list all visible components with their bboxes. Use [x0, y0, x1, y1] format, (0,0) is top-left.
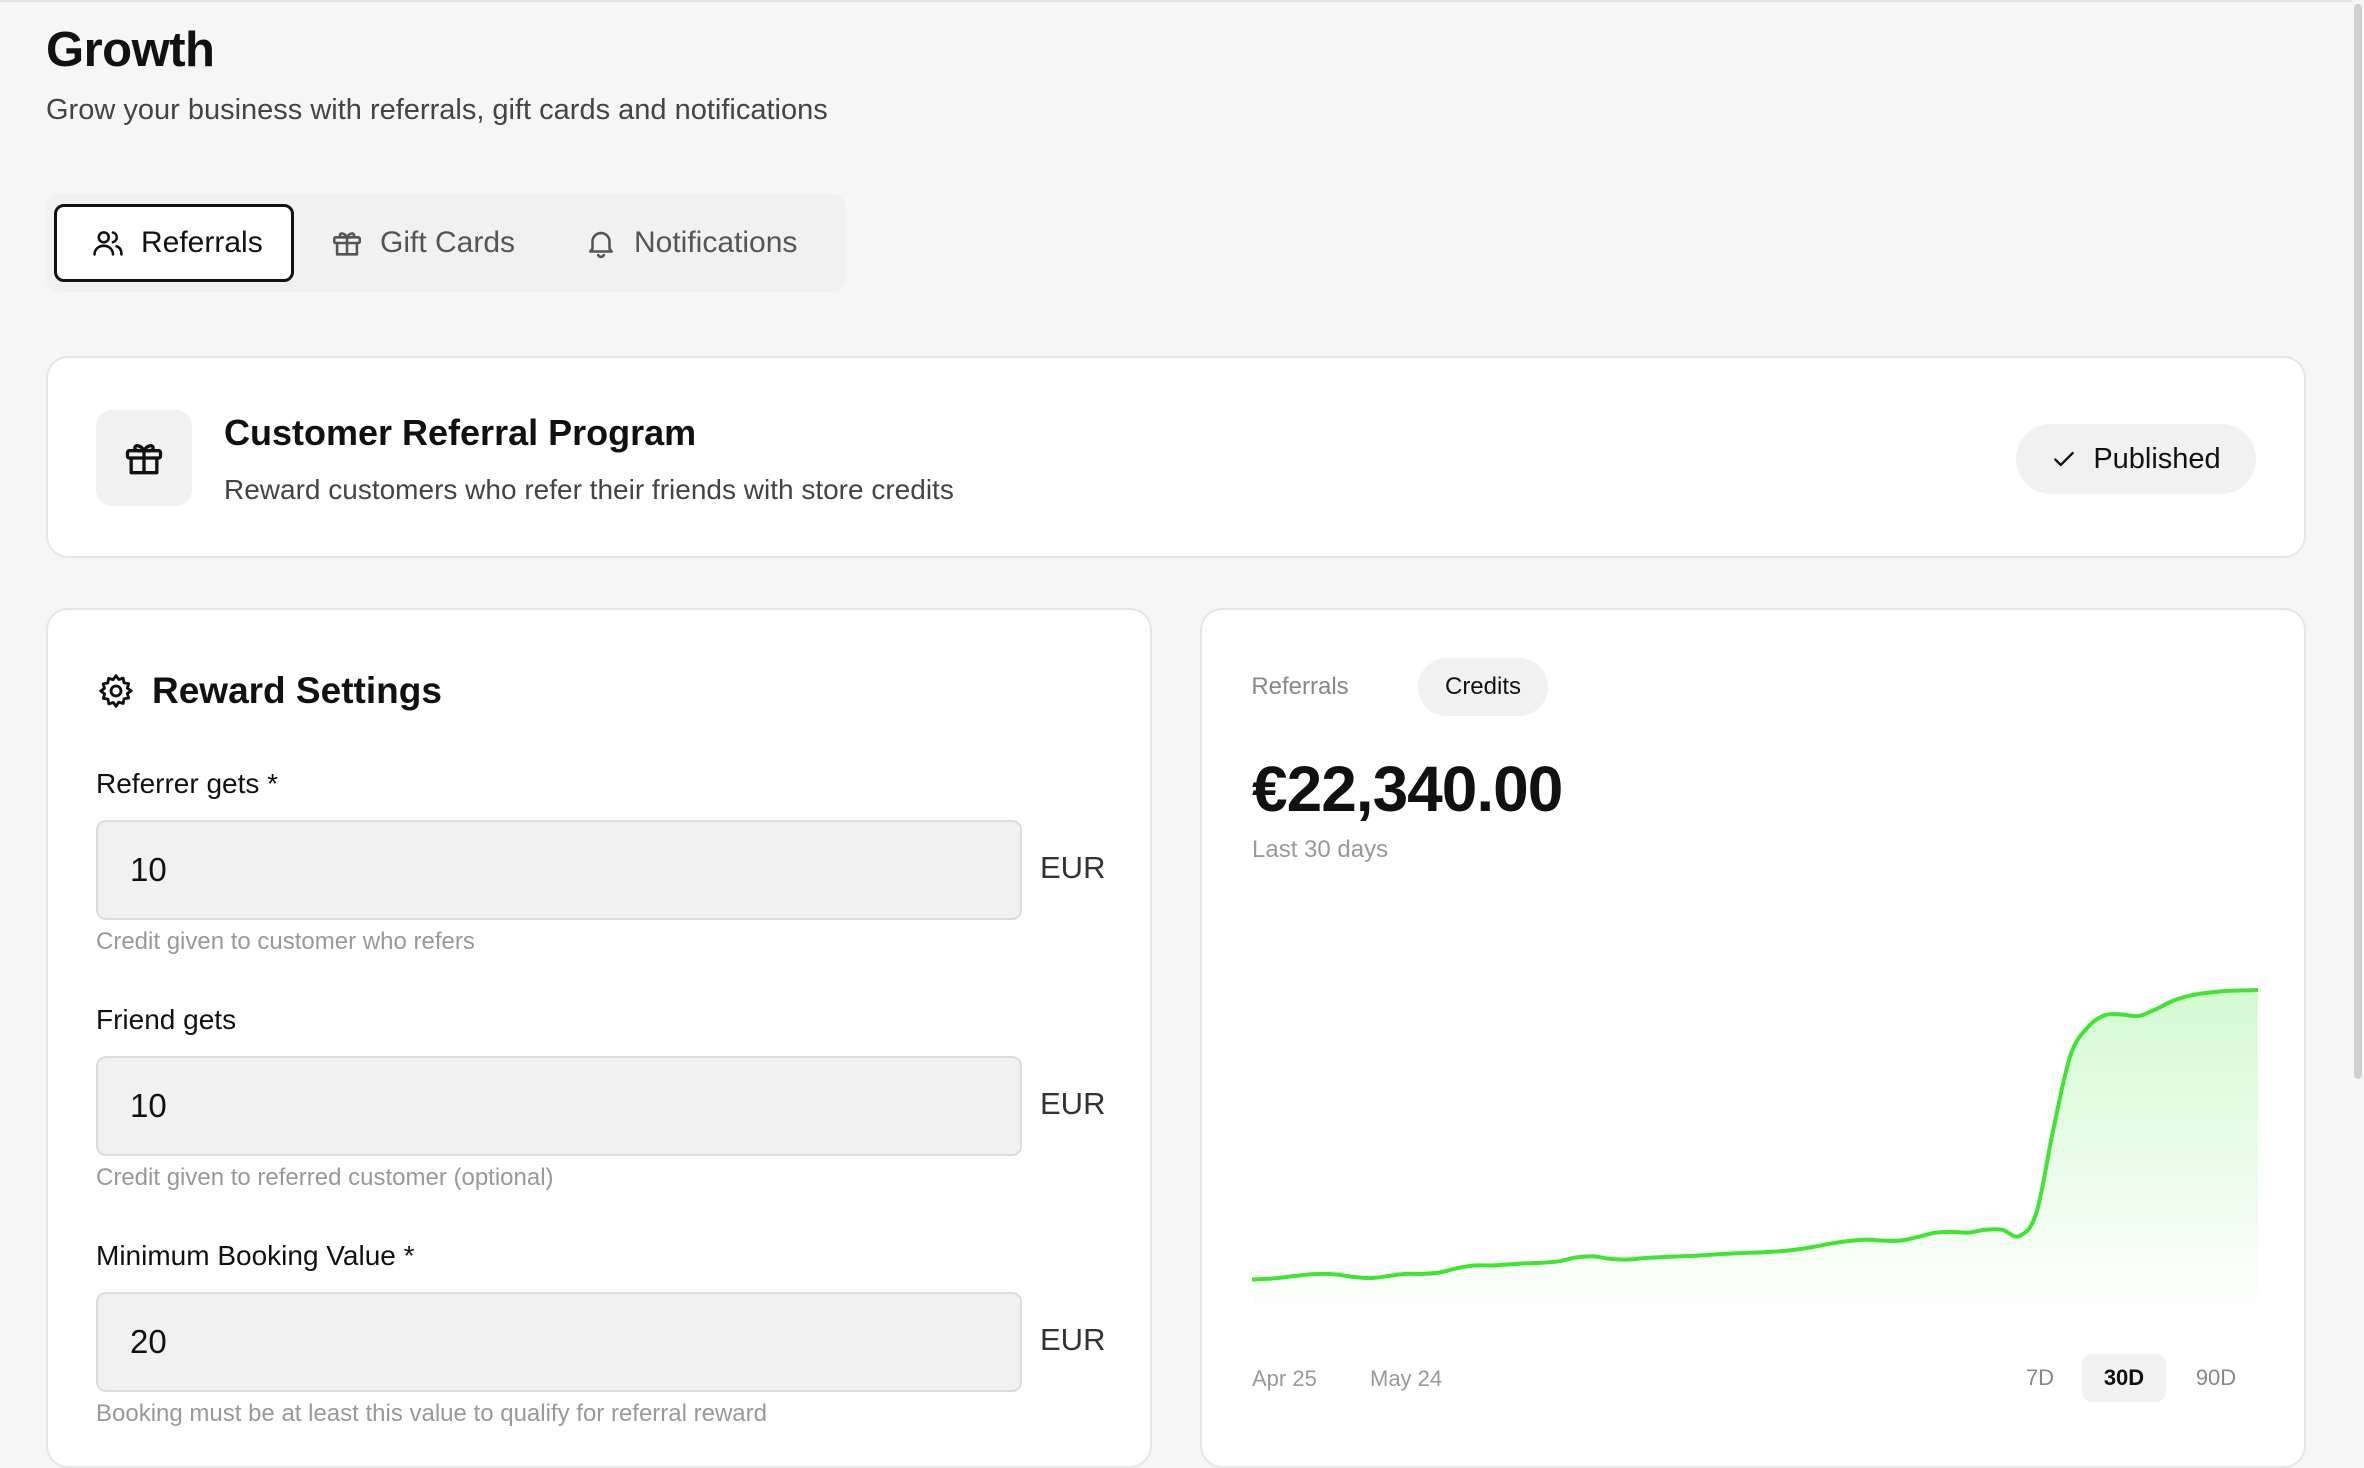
reward-settings-card: Reward Settings Referrer gets * 10 EUR C…: [46, 608, 1152, 1468]
tab-label: Gift Cards: [380, 226, 516, 259]
program-icon-box: [96, 410, 192, 506]
total-credits-value: €22,340.00: [1252, 753, 1563, 825]
period-label: Last 30 days: [1252, 836, 1389, 863]
reward-settings-title: Reward Settings: [152, 670, 442, 711]
page-subtitle: Grow your business with referrals, gift …: [46, 94, 828, 126]
minimum-booking-label: Minimum Booking Value *: [96, 1240, 415, 1271]
x-axis-label-start: Apr 25: [1252, 1366, 1317, 1391]
tab-notifications[interactable]: Notifications: [584, 204, 824, 282]
gift-icon: [125, 444, 163, 475]
scrollbar-thumb[interactable]: [2354, 4, 2362, 1079]
segment-credits[interactable]: Credits: [1418, 658, 1548, 716]
friend-gets-input[interactable]: 10: [96, 1056, 1022, 1156]
minimum-booking-help: Booking must be at least this value to q…: [96, 1400, 767, 1427]
published-status-button[interactable]: Published: [2016, 424, 2256, 494]
friend-gets-help: Credit given to referred customer (optio…: [96, 1164, 554, 1191]
friend-gets-unit: EUR: [1040, 1086, 1106, 1121]
tab-referrals[interactable]: Referrals: [54, 204, 294, 282]
credits-area-fill: [1252, 990, 2258, 1320]
x-axis-label-mid: May 24: [1370, 1366, 1443, 1391]
minimum-booking-unit: EUR: [1040, 1322, 1106, 1357]
minimum-booking-input[interactable]: 20: [96, 1292, 1022, 1392]
top-divider: [0, 0, 2364, 2]
referrer-gets-unit: EUR: [1040, 850, 1106, 885]
credits-chart-card: Referrals Credits €22,340.00 Last 30 day…: [1200, 608, 2306, 1468]
tab-gift-cards[interactable]: Gift Cards: [330, 204, 530, 282]
segment-referrals[interactable]: Referrals: [1232, 658, 1368, 716]
status-label: Published: [2093, 442, 2221, 475]
range-30d-button[interactable]: 30D: [2082, 1354, 2166, 1402]
page-title: Growth: [46, 23, 215, 77]
scrollbar[interactable]: [2352, 0, 2364, 1448]
section-tabs: Referrals Gift Cards Notifications: [46, 194, 846, 292]
users-icon: [93, 231, 123, 256]
range-7d-button[interactable]: 7D: [2010, 1354, 2070, 1402]
gift-icon: [332, 232, 362, 256]
credits-area-chart: [1252, 988, 2258, 1320]
tab-label: Notifications: [634, 226, 798, 259]
gear-icon: [99, 674, 133, 708]
referral-program-card: Customer Referral Program Reward custome…: [46, 356, 2306, 558]
referrer-gets-help: Credit given to customer who refers: [96, 928, 475, 955]
friend-gets-label: Friend gets: [96, 1004, 237, 1035]
bell-icon: [589, 231, 613, 259]
tab-label: Referrals: [141, 226, 263, 259]
range-90d-button[interactable]: 90D: [2178, 1354, 2254, 1402]
program-description: Reward customers who refer their friends…: [224, 474, 954, 505]
program-title: Customer Referral Program: [224, 412, 697, 453]
reward-settings-header: Reward Settings: [96, 670, 442, 712]
referrer-gets-input[interactable]: 10: [96, 820, 1022, 920]
check-icon: [2054, 451, 2075, 467]
referrer-gets-label: Referrer gets *: [96, 768, 279, 799]
